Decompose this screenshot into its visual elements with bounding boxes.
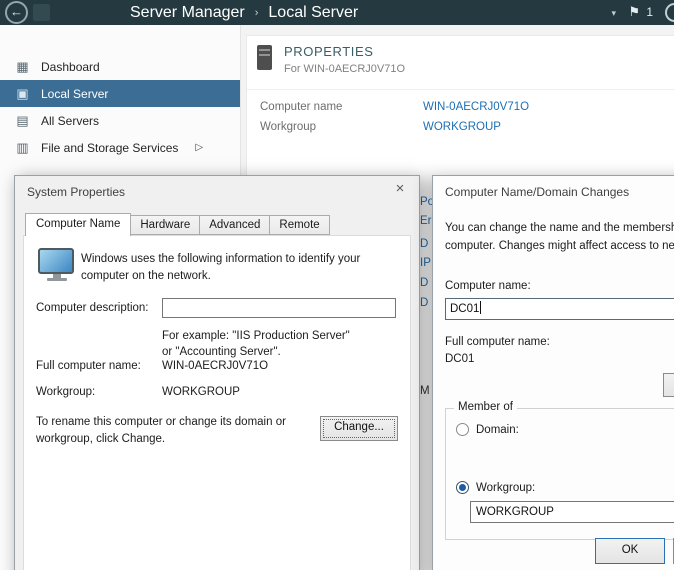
computer-name-input[interactable]: DC01 xyxy=(445,298,674,320)
tab-computer-name[interactable]: Computer Name xyxy=(25,213,131,236)
workgroup-input-value: WORKGROUP xyxy=(476,506,554,518)
clipped-text: D xyxy=(420,297,428,309)
system-properties-dialog: System Properties × Computer Name Hardwa… xyxy=(14,175,420,570)
chevron-right-icon: ▷ xyxy=(195,142,203,153)
intro-text: You can change the name and the membersh… xyxy=(445,220,674,256)
nav-list: ▦ Dashboard ▣ Local Server ▤ All Servers… xyxy=(0,53,240,161)
tab-strip: Computer Name Hardware Advanced Remote xyxy=(25,211,329,235)
workgroup-label: Workgroup: xyxy=(36,386,95,398)
tab-remote[interactable]: Remote xyxy=(269,215,329,235)
ok-button[interactable]: OK xyxy=(595,538,665,564)
clipped-text: D xyxy=(420,238,428,250)
close-icon[interactable]: × xyxy=(388,179,412,199)
computer-description-input[interactable] xyxy=(162,298,396,318)
domain-radio-label: Domain: xyxy=(476,424,519,436)
dialog-title: System Properties xyxy=(27,185,125,199)
computer-name-value: DC01 xyxy=(450,303,479,315)
back-button[interactable]: ← xyxy=(5,1,28,24)
full-computer-name-value: DC01 xyxy=(445,353,474,365)
domain-radio[interactable]: Domain: xyxy=(456,423,519,436)
servers-icon: ▤ xyxy=(15,113,30,129)
dialog-title: Computer Name/Domain Changes xyxy=(445,185,629,199)
more-button-partial[interactable] xyxy=(663,373,674,397)
full-computer-name-value: WIN-0AECRJ0V71O xyxy=(162,360,268,372)
radio-checked-icon xyxy=(456,481,469,494)
chevron-down-icon[interactable]: ▾ xyxy=(611,8,616,19)
clipped-text: IP xyxy=(420,257,431,269)
sidebar-item-dashboard[interactable]: ▦ Dashboard xyxy=(0,53,240,80)
full-computer-name-label: Full computer name: xyxy=(36,360,141,372)
workgroup-value: WORKGROUP xyxy=(162,386,240,398)
sidebar-item-label: Local Server xyxy=(41,87,108,101)
property-label: Computer name xyxy=(260,101,342,113)
intro-text: Windows uses the following information t… xyxy=(81,251,403,284)
server-icon: ▣ xyxy=(15,86,30,102)
computer-description-label: Computer description: xyxy=(36,302,149,314)
example-text: For example: "IIS Production Server" or … xyxy=(162,328,362,360)
breadcrumb-root[interactable]: Server Manager xyxy=(130,4,245,22)
title-bar: ← Server Manager › Local Server ▾ ⚑ 1 xyxy=(0,0,674,25)
member-of-groupbox: Member of Domain: Workgroup: WORKGROUP xyxy=(445,408,674,540)
notifications-flag-icon[interactable]: ⚑ xyxy=(628,4,640,20)
workgroup-radio-label: Workgroup: xyxy=(476,482,535,494)
divider xyxy=(247,89,674,90)
name-domain-changes-dialog: Computer Name/Domain Changes You can cha… xyxy=(432,175,674,570)
dashboard-icon: ▦ xyxy=(15,59,30,75)
text-caret xyxy=(480,301,481,314)
sidebar-item-file-storage-services[interactable]: ▥ File and Storage Services ▷ xyxy=(0,134,240,161)
full-computer-name-label: Full computer name: xyxy=(445,336,550,348)
member-of-label: Member of xyxy=(454,401,517,413)
clipped-text: Er xyxy=(420,215,432,227)
computer-name-label: Computer name: xyxy=(445,280,531,292)
sidebar-item-all-servers[interactable]: ▤ All Servers xyxy=(0,107,240,134)
clipped-text: M xyxy=(420,385,430,397)
breadcrumb: Server Manager › Local Server xyxy=(130,0,358,25)
storage-icon: ▥ xyxy=(15,140,30,156)
sidebar-item-local-server[interactable]: ▣ Local Server xyxy=(0,80,240,107)
tab-hardware[interactable]: Hardware xyxy=(130,215,200,235)
sidebar-item-label: Dashboard xyxy=(41,60,100,74)
workgroup-radio[interactable]: Workgroup: xyxy=(456,481,535,494)
sidebar-item-label: File and Storage Services xyxy=(41,141,178,155)
property-label: Workgroup xyxy=(260,121,316,133)
computer-name-link[interactable]: WIN-0AECRJ0V71O xyxy=(423,101,529,113)
clipped-text: D xyxy=(420,277,428,289)
breadcrumb-separator-icon: › xyxy=(255,7,259,19)
property-row: Computer name WIN-0AECRJ0V71O xyxy=(260,101,660,113)
radio-unchecked-icon xyxy=(456,423,469,436)
properties-title: PROPERTIES xyxy=(284,44,374,59)
server-tile-icon xyxy=(257,45,272,70)
rename-hint-text: To rename this computer or change its do… xyxy=(36,414,312,447)
monitor-icon xyxy=(38,248,76,281)
property-row: Workgroup WORKGROUP xyxy=(260,121,660,133)
computer-name-tab-panel: Windows uses the following information t… xyxy=(23,235,411,570)
breadcrumb-current[interactable]: Local Server xyxy=(268,4,358,22)
sidebar-item-label: All Servers xyxy=(41,114,99,128)
server-manager-window: ← Server Manager › Local Server ▾ ⚑ 1 ▦ … xyxy=(0,0,674,570)
refresh-icon[interactable] xyxy=(665,3,674,22)
tab-advanced[interactable]: Advanced xyxy=(199,215,270,235)
change-button[interactable]: Change... xyxy=(320,416,398,441)
back-icon: ← xyxy=(10,4,23,19)
intro-line: computer. Changes might affect access to… xyxy=(445,238,674,256)
app-icon xyxy=(33,4,50,21)
properties-subtitle: For WIN-0AECRJ0V71O xyxy=(284,63,405,75)
notification-count: 1 xyxy=(646,5,653,19)
workgroup-input[interactable]: WORKGROUP xyxy=(470,501,674,523)
intro-line: You can change the name and the membersh… xyxy=(445,220,674,238)
workgroup-link[interactable]: WORKGROUP xyxy=(423,121,501,133)
